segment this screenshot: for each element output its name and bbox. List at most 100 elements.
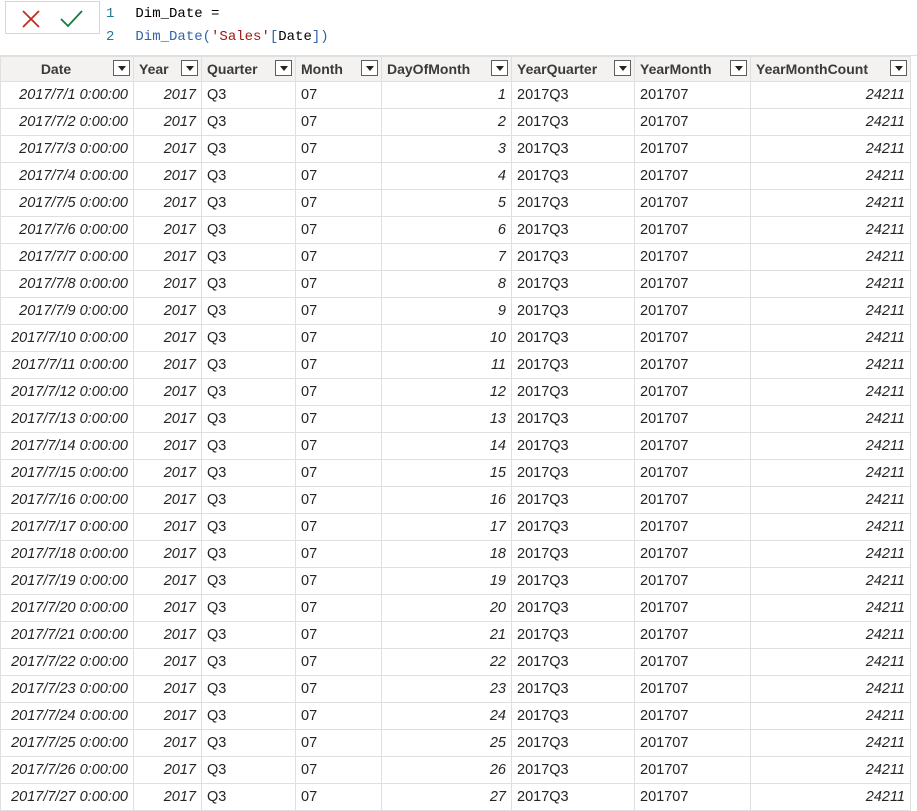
cell-month[interactable]: 07 [295,216,382,244]
cell-year[interactable]: 2017 [133,594,202,622]
cell-yearquarter[interactable]: 2017Q3 [511,378,635,406]
cell-yearmonthcount[interactable]: 24211 [750,567,911,595]
cell-dayofmonth[interactable]: 26 [381,756,512,784]
cancel-button[interactable] [18,6,44,32]
cell-date[interactable]: 2017/7/3 0:00:00 [0,135,134,163]
cell-year[interactable]: 2017 [133,621,202,649]
cell-yearmonthcount[interactable]: 24211 [750,243,911,271]
cell-date[interactable]: 2017/7/8 0:00:00 [0,270,134,298]
cell-quarter[interactable]: Q3 [201,405,296,433]
cell-yearmonthcount[interactable]: 24211 [750,702,911,730]
cell-yearquarter[interactable]: 2017Q3 [511,81,635,109]
cell-year[interactable]: 2017 [133,270,202,298]
cell-yearmonth[interactable]: 201707 [634,351,751,379]
table-row[interactable]: 2017/7/20 0:00:00 2017 Q3 07 20 2017Q3 201707 2… [0,594,911,622]
table-row[interactable]: 2017/7/24 0:00:00 2017 Q3 07 24 2017Q3 201707 2… [0,702,911,730]
cell-month[interactable]: 07 [295,108,382,136]
cell-yearquarter[interactable]: 2017Q3 [511,648,635,676]
table-row[interactable]: 2017/7/4 0:00:00 2017 Q3 07 4 2017Q3 201707 242… [0,162,911,190]
cell-yearquarter[interactable]: 2017Q3 [511,270,635,298]
cell-yearmonthcount[interactable]: 24211 [750,621,911,649]
cell-dayofmonth[interactable]: 14 [381,432,512,460]
commit-button[interactable] [58,6,84,32]
cell-month[interactable]: 07 [295,459,382,487]
cell-yearmonthcount[interactable]: 24211 [750,405,911,433]
table-row[interactable]: 2017/7/25 0:00:00 2017 Q3 07 25 2017Q3 201707 2… [0,729,911,757]
cell-dayofmonth[interactable]: 21 [381,621,512,649]
cell-quarter[interactable]: Q3 [201,135,296,163]
cell-yearmonthcount[interactable]: 24211 [750,270,911,298]
cell-yearmonth[interactable]: 201707 [634,621,751,649]
cell-year[interactable]: 2017 [133,729,202,757]
cell-dayofmonth[interactable]: 25 [381,729,512,757]
cell-month[interactable]: 07 [295,243,382,271]
dropdown-filter-icon[interactable] [275,60,292,76]
cell-date[interactable]: 2017/7/1 0:00:00 [0,81,134,109]
cell-dayofmonth[interactable]: 18 [381,540,512,568]
cell-yearmonthcount[interactable]: 24211 [750,540,911,568]
cell-yearmonthcount[interactable]: 24211 [750,432,911,460]
table-row[interactable]: 2017/7/17 0:00:00 2017 Q3 07 17 2017Q3 201707 2… [0,513,911,541]
cell-dayofmonth[interactable]: 9 [381,297,512,325]
cell-date[interactable]: 2017/7/11 0:00:00 [0,351,134,379]
cell-yearmonth[interactable]: 201707 [634,513,751,541]
cell-date[interactable]: 2017/7/18 0:00:00 [0,540,134,568]
cell-yearmonth[interactable]: 201707 [634,675,751,703]
dropdown-filter-icon[interactable] [113,60,130,76]
cell-date[interactable]: 2017/7/4 0:00:00 [0,162,134,190]
cell-dayofmonth[interactable]: 4 [381,162,512,190]
cell-yearmonth[interactable]: 201707 [634,135,751,163]
table-row[interactable]: 2017/7/22 0:00:00 2017 Q3 07 22 2017Q3 201707 2… [0,648,911,676]
cell-month[interactable]: 07 [295,405,382,433]
cell-dayofmonth[interactable]: 7 [381,243,512,271]
table-row[interactable]: 2017/7/12 0:00:00 2017 Q3 07 12 2017Q3 201707 2… [0,378,911,406]
cell-quarter[interactable]: Q3 [201,243,296,271]
cell-yearmonth[interactable]: 201707 [634,594,751,622]
cell-date[interactable]: 2017/7/21 0:00:00 [0,621,134,649]
cell-month[interactable]: 07 [295,648,382,676]
dropdown-filter-icon[interactable] [890,60,907,76]
cell-yearmonth[interactable]: 201707 [634,486,751,514]
cell-month[interactable]: 07 [295,486,382,514]
cell-year[interactable]: 2017 [133,108,202,136]
cell-dayofmonth[interactable]: 8 [381,270,512,298]
table-row[interactable]: 2017/7/13 0:00:00 2017 Q3 07 13 2017Q3 201707 2… [0,405,911,433]
cell-dayofmonth[interactable]: 11 [381,351,512,379]
cell-year[interactable]: 2017 [133,162,202,190]
cell-yearmonthcount[interactable]: 24211 [750,648,911,676]
cell-year[interactable]: 2017 [133,297,202,325]
table-row[interactable]: 2017/7/8 0:00:00 2017 Q3 07 8 2017Q3 201707 242… [0,270,911,298]
cell-date[interactable]: 2017/7/22 0:00:00 [0,648,134,676]
cell-year[interactable]: 2017 [133,81,202,109]
cell-quarter[interactable]: Q3 [201,756,296,784]
cell-year[interactable]: 2017 [133,459,202,487]
cell-date[interactable]: 2017/7/10 0:00:00 [0,324,134,352]
table-row[interactable]: 2017/7/3 0:00:00 2017 Q3 07 3 2017Q3 201707 242… [0,135,911,163]
table-row[interactable]: 2017/7/7 0:00:00 2017 Q3 07 7 2017Q3 201707 242… [0,243,911,271]
cell-dayofmonth[interactable]: 17 [381,513,512,541]
cell-quarter[interactable]: Q3 [201,189,296,217]
cell-yearquarter[interactable]: 2017Q3 [511,243,635,271]
column-header-dayofmonth[interactable]: DayOfMonth [381,56,512,82]
cell-year[interactable]: 2017 [133,567,202,595]
cell-year[interactable]: 2017 [133,216,202,244]
table-row[interactable]: 2017/7/11 0:00:00 2017 Q3 07 11 2017Q3 201707 2… [0,351,911,379]
cell-quarter[interactable]: Q3 [201,513,296,541]
dropdown-filter-icon[interactable] [730,60,747,76]
cell-yearmonth[interactable]: 201707 [634,567,751,595]
cell-dayofmonth[interactable]: 22 [381,648,512,676]
cell-quarter[interactable]: Q3 [201,216,296,244]
cell-yearmonth[interactable]: 201707 [634,189,751,217]
cell-date[interactable]: 2017/7/17 0:00:00 [0,513,134,541]
cell-quarter[interactable]: Q3 [201,675,296,703]
cell-date[interactable]: 2017/7/15 0:00:00 [0,459,134,487]
cell-dayofmonth[interactable]: 24 [381,702,512,730]
cell-yearquarter[interactable]: 2017Q3 [511,216,635,244]
cell-yearmonthcount[interactable]: 24211 [750,135,911,163]
cell-quarter[interactable]: Q3 [201,351,296,379]
cell-month[interactable]: 07 [295,189,382,217]
cell-date[interactable]: 2017/7/9 0:00:00 [0,297,134,325]
cell-dayofmonth[interactable]: 19 [381,567,512,595]
cell-date[interactable]: 2017/7/26 0:00:00 [0,756,134,784]
cell-date[interactable]: 2017/7/5 0:00:00 [0,189,134,217]
